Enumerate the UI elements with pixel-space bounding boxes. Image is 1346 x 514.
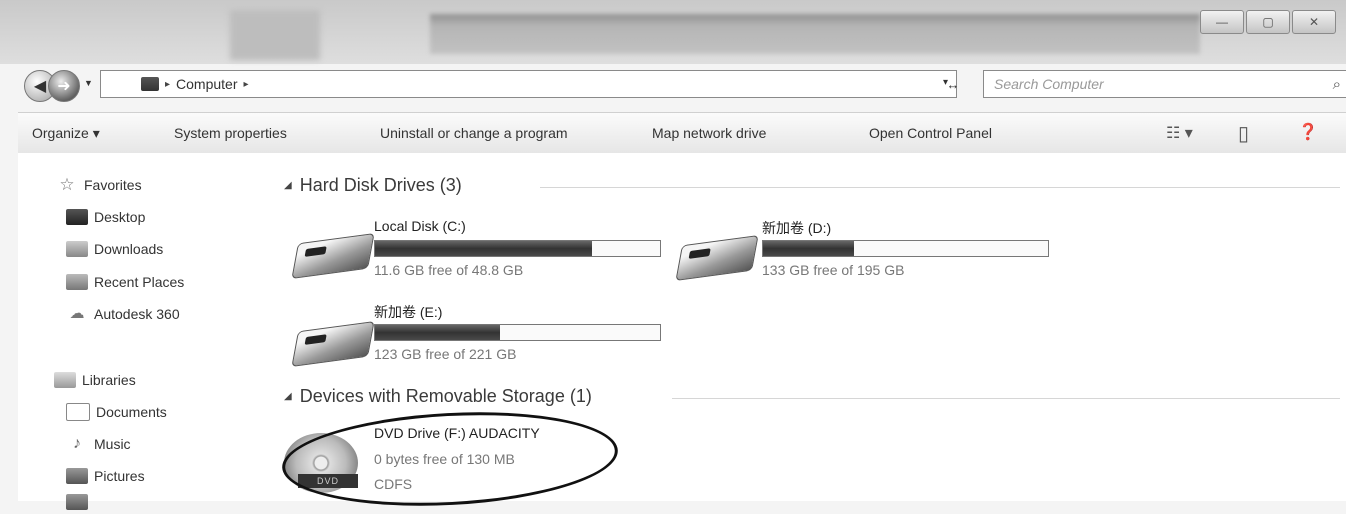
refresh-icon: ↔ [946,76,960,92]
desktop-icon [66,209,88,225]
drive-e-usage-bar [374,324,661,341]
close-icon: ✕ [1308,15,1320,29]
sidebar-item-label: Recent Places [94,274,185,290]
sidebar-item-label: Music [94,436,131,452]
collapse-arrow-icon[interactable]: ◢ [284,391,292,402]
sidebar-item-documents[interactable]: Documents [66,403,167,421]
sidebar-item-desktop[interactable]: Desktop [66,209,145,225]
sidebar-favorites-label: Favorites [84,177,142,193]
downloads-icon [66,241,88,257]
maximize-icon: ▢ [1262,15,1274,29]
forward-icon: ➜ [57,78,71,95]
group-header-hard-disks[interactable]: ◢ Hard Disk Drives (3) [284,175,462,196]
sidebar-libraries[interactable]: Libraries [54,372,136,388]
forward-button[interactable]: ➜ [48,70,80,102]
refresh-button[interactable]: ↔ [935,72,971,96]
breadcrumb-computer[interactable]: Computer [176,76,237,92]
drive-e-name[interactable]: 新加卷 (E:) [374,302,442,322]
sidebar-item-label: Pictures [94,468,145,484]
minimize-button[interactable]: — [1200,10,1244,34]
sidebar-item-music[interactable]: ♪ Music [66,435,131,453]
sidebar-favorites[interactable]: ☆ Favorites [56,175,142,194]
sidebar-libraries-label: Libraries [82,372,136,388]
drive-c-usage-fill [375,241,592,256]
window-controls: — ▢ ✕ [1200,10,1336,34]
group-title: Hard Disk Drives (3) [299,175,462,195]
breadcrumb-separator-icon[interactable]: ▸ [165,79,170,90]
drive-d-name[interactable]: 新加卷 (D:) [762,218,831,238]
drive-e-usage-fill [375,325,501,340]
sidebar-item-videos[interactable] [66,494,94,510]
libraries-icon [54,372,76,388]
sidebar-item-label: Desktop [94,209,146,225]
minimize-icon: — [1216,15,1228,29]
preview-pane-icon[interactable]: ▯ [1238,121,1249,146]
maximize-button[interactable]: ▢ [1246,10,1290,34]
sidebar-item-downloads[interactable]: Downloads [66,241,163,257]
drive-d-free-space: 133 GB free of 195 GB [762,262,905,278]
documents-icon [66,403,90,421]
back-icon: ◀ [33,78,47,95]
group-header-removable[interactable]: ◢ Devices with Removable Storage (1) [284,386,592,407]
cloud-icon: ☁ [69,305,85,322]
group-title: Devices with Removable Storage (1) [299,386,592,406]
drive-c-free-space: 11.6 GB free of 48.8 GB [374,262,524,278]
music-icon: ♪ [73,435,81,452]
sidebar-item-pictures[interactable]: Pictures [66,468,145,484]
drive-c-usage-bar [374,240,661,257]
sidebar-item-autodesk-360[interactable]: ☁ Autodesk 360 [66,305,180,323]
sidebar-item-label: Autodesk 360 [94,306,180,322]
background-menu-strip [430,14,1200,54]
drive-e-free-space: 123 GB free of 221 GB [374,346,517,362]
sidebar-item-label: Downloads [94,241,164,257]
collapse-arrow-icon[interactable]: ◢ [284,180,292,191]
change-view-icon[interactable]: ☷ ▾ [1166,123,1193,143]
drive-c-name[interactable]: Local Disk (C:) [374,218,466,234]
videos-icon [66,494,88,510]
close-button[interactable]: ✕ [1292,10,1336,34]
drive-d-usage-bar [762,240,1049,257]
address-bar[interactable]: ▸ Computer ▸ ▾ [100,70,957,98]
drive-d-usage-fill [763,241,855,256]
group-divider [672,398,1340,399]
help-icon[interactable]: ❓ [1298,122,1318,142]
organize-button[interactable]: Organize ▾ [32,125,100,142]
background-blur [230,10,320,60]
sidebar-item-label: Documents [96,404,167,420]
history-dropdown-icon[interactable]: ▼ [84,78,93,88]
command-bar: Organize ▾ System properties Uninstall o… [18,112,1346,154]
map-network-drive-button[interactable]: Map network drive [652,125,766,141]
computer-icon [141,77,159,91]
group-divider [540,187,1340,188]
uninstall-program-button[interactable]: Uninstall or change a program [380,125,568,141]
open-control-panel-button[interactable]: Open Control Panel [869,125,992,141]
system-properties-button[interactable]: System properties [174,125,287,141]
sidebar-item-recent-places[interactable]: Recent Places [66,274,184,290]
recent-places-icon [66,274,88,290]
search-icon[interactable]: ⌕ [1333,76,1341,93]
navigation-pane: ☆ Favorites Desktop Downloads Recent Pla… [18,153,268,510]
star-icon: ☆ [59,175,75,194]
breadcrumb-separator-icon[interactable]: ▸ [244,79,249,90]
pictures-icon [66,468,88,484]
search-box[interactable]: Search Computer ⌕ [983,70,1346,98]
search-input[interactable]: Search Computer [994,76,1333,92]
